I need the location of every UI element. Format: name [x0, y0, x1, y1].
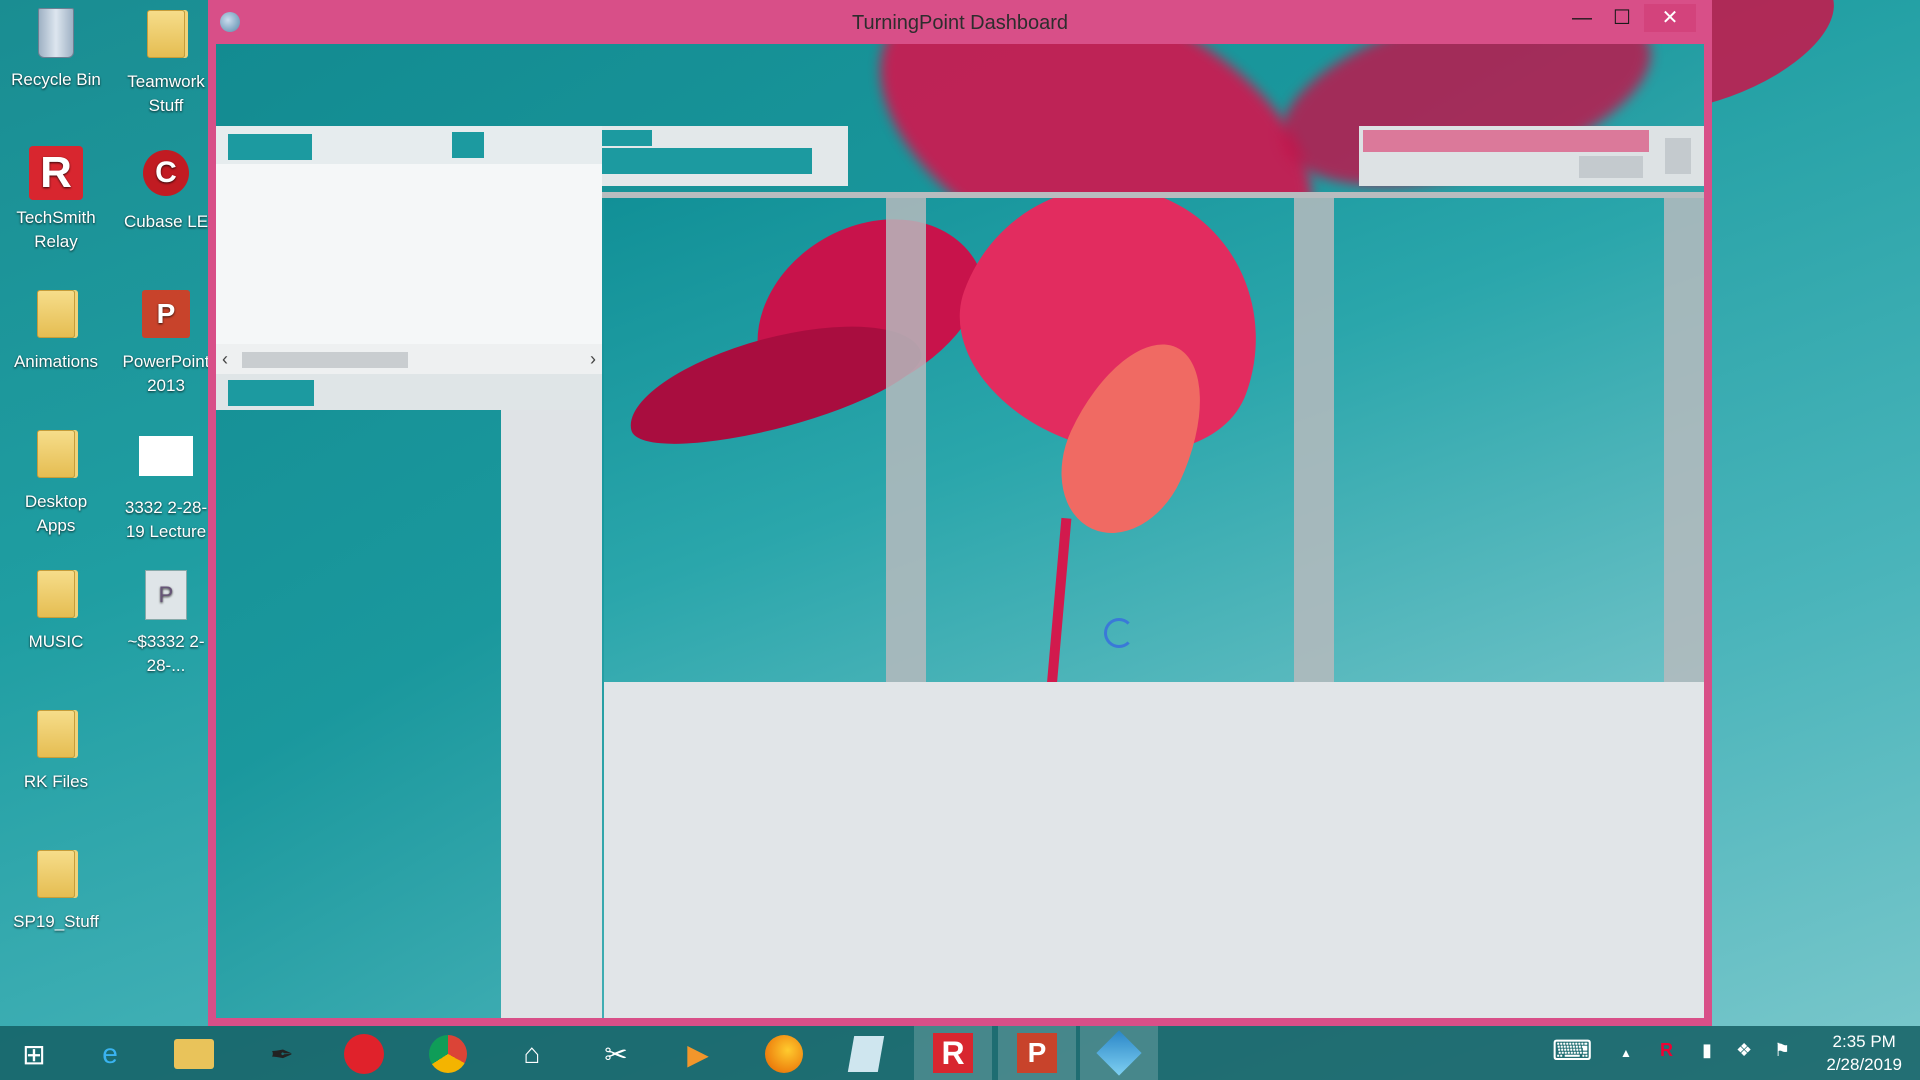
- keyboard-icon[interactable]: ⌨: [1552, 1034, 1592, 1067]
- column-divider: [1294, 198, 1334, 682]
- desktop-icon-label: Cubase LE: [123, 212, 209, 231]
- media-player-icon[interactable]: ▶: [674, 1034, 722, 1074]
- folder-icon: [37, 290, 75, 338]
- desktop-icon-label: 3332 2-28-19 Lecture: [124, 498, 208, 541]
- desktop-icon-music[interactable]: MUSIC: [6, 566, 106, 654]
- content-panel: [604, 198, 1704, 682]
- folder-icon: [147, 10, 185, 58]
- maximize-button[interactable]: ☐: [1602, 4, 1642, 32]
- column-divider: [1664, 198, 1704, 682]
- desktop-icon-recycle-bin[interactable]: Recycle Bin: [6, 6, 106, 92]
- start-button[interactable]: ⊞: [10, 1034, 58, 1074]
- powerpoint-file-icon: P: [145, 570, 187, 620]
- internet-explorer-icon[interactable]: e: [86, 1034, 134, 1074]
- turningpoint-window: TurningPoint Dashboard — ☐ ✕ ‹ ›: [208, 0, 1712, 1026]
- file-explorer-icon[interactable]: [170, 1034, 218, 1074]
- pen-icon[interactable]: ✒: [258, 1034, 306, 1074]
- firefox-icon[interactable]: [760, 1034, 808, 1074]
- desktop-icon-label: Recycle Bin: [11, 70, 101, 89]
- dropbox-icon[interactable]: ❖: [1736, 1040, 1752, 1061]
- techsmith-relay-taskbar-icon[interactable]: R: [914, 1026, 992, 1080]
- folder-icon: [37, 570, 75, 618]
- right-top-button[interactable]: [1579, 156, 1643, 178]
- folder-icon: [37, 430, 75, 478]
- techsmith-relay-icon: R: [29, 146, 83, 200]
- desktop-icon-rk-files[interactable]: RK Files: [6, 706, 106, 794]
- toolbar-button[interactable]: [228, 134, 312, 160]
- left-action-button[interactable]: [228, 380, 314, 406]
- horizontal-scrollbar[interactable]: ‹ ›: [216, 344, 602, 374]
- tab-bar[interactable]: [602, 148, 812, 174]
- creative-cloud-icon[interactable]: [340, 1034, 388, 1074]
- chrome-icon[interactable]: [424, 1034, 472, 1074]
- flower-stem: [1046, 517, 1072, 682]
- desktop-icon-label: MUSIC: [28, 632, 84, 651]
- desktop-icon-lecture[interactable]: 3332 2-28-19 Lecture: [116, 426, 216, 544]
- turningpoint-taskbar-icon[interactable]: [1080, 1026, 1158, 1080]
- network-signal-icon[interactable]: ▮: [1702, 1040, 1712, 1061]
- right-top-square[interactable]: [1665, 138, 1691, 174]
- desktop-icon-label: Animations: [13, 352, 99, 371]
- clock[interactable]: 2:35 PM 2/28/2019: [1826, 1030, 1902, 1076]
- toolbar-button[interactable]: [452, 132, 484, 158]
- techsmith-tray-icon[interactable]: R: [1660, 1040, 1673, 1061]
- desktop-icon-powerpoint[interactable]: P PowerPoint 2013: [116, 286, 216, 398]
- desktop-icon-animations[interactable]: Animations: [6, 286, 106, 374]
- desktop-icon-label: RK Files: [23, 772, 89, 791]
- desktop-icon-cubase[interactable]: C Cubase LE: [116, 146, 216, 234]
- tabs-area: [602, 126, 848, 186]
- desktop-icon-label: ~$3332 2-28-...: [127, 632, 205, 675]
- folder-icon: [37, 710, 75, 758]
- window-title: TurningPoint Dashboard: [851, 12, 1069, 34]
- taskbar: ⊞ e ✒ ⌂ ✂ ▶ R P ⌨ ▲ R ▮ ❖ ⚑ 2:35 PM 2/28…: [0, 1026, 1920, 1080]
- desktop-icon-label: PowerPoint 2013: [122, 352, 210, 395]
- clock-date: 2/28/2019: [1826, 1055, 1902, 1074]
- desktop-icon-desktop-apps[interactable]: Desktop Apps: [6, 426, 106, 538]
- scrollbar-thumb[interactable]: [242, 352, 408, 368]
- desktop-icon-label: Desktop Apps: [24, 492, 88, 535]
- desktop-icon-sp19[interactable]: SP19_Stuff: [6, 846, 106, 934]
- desktop-icon-label: Teamwork Stuff: [127, 72, 205, 115]
- cubase-icon: C: [143, 150, 189, 196]
- notepad-icon[interactable]: [842, 1034, 890, 1074]
- desktop-icon-teamwork[interactable]: Teamwork Stuff: [116, 6, 216, 118]
- loading-spinner-icon: [1104, 618, 1134, 648]
- home-icon[interactable]: ⌂: [508, 1034, 556, 1074]
- desktop-icon-techsmith-relay[interactable]: R TechSmith Relay: [6, 146, 106, 254]
- desktop-icon-label: TechSmith Relay: [16, 208, 96, 251]
- scroll-left-arrow[interactable]: ‹: [222, 349, 228, 370]
- powerpoint-taskbar-icon[interactable]: P: [998, 1026, 1076, 1080]
- close-button[interactable]: ✕: [1644, 4, 1696, 32]
- show-hidden-icons-chevron-icon[interactable]: ▲: [1620, 1046, 1632, 1060]
- action-center-flag-icon[interactable]: ⚑: [1774, 1040, 1790, 1061]
- folder-icon: [37, 850, 75, 898]
- desktop-icon-temp-ppt[interactable]: P ~$3332 2-28-...: [116, 566, 216, 678]
- window-client-area: ‹ ›: [216, 44, 1704, 1018]
- blank-file-icon: [139, 436, 193, 476]
- scroll-right-arrow[interactable]: ›: [590, 349, 596, 370]
- tab-active[interactable]: [602, 130, 652, 146]
- right-top-panel: [1359, 126, 1704, 186]
- snipping-tool-icon[interactable]: ✂: [592, 1034, 640, 1074]
- desktop-icon-label: SP19_Stuff: [13, 912, 99, 931]
- recycle-bin-icon: [38, 8, 74, 58]
- title-bar[interactable]: TurningPoint Dashboard — ☐ ✕: [208, 0, 1712, 44]
- clock-time: 2:35 PM: [1832, 1032, 1896, 1051]
- left-list-panel[interactable]: [216, 164, 602, 374]
- powerpoint-icon: P: [142, 290, 190, 338]
- minimize-button[interactable]: —: [1562, 4, 1602, 32]
- right-top-field[interactable]: [1363, 130, 1649, 152]
- left-lower-bar: [216, 374, 602, 410]
- column-divider: [886, 198, 926, 682]
- bottom-content-panel: [604, 682, 1704, 1018]
- left-column: [501, 410, 602, 1018]
